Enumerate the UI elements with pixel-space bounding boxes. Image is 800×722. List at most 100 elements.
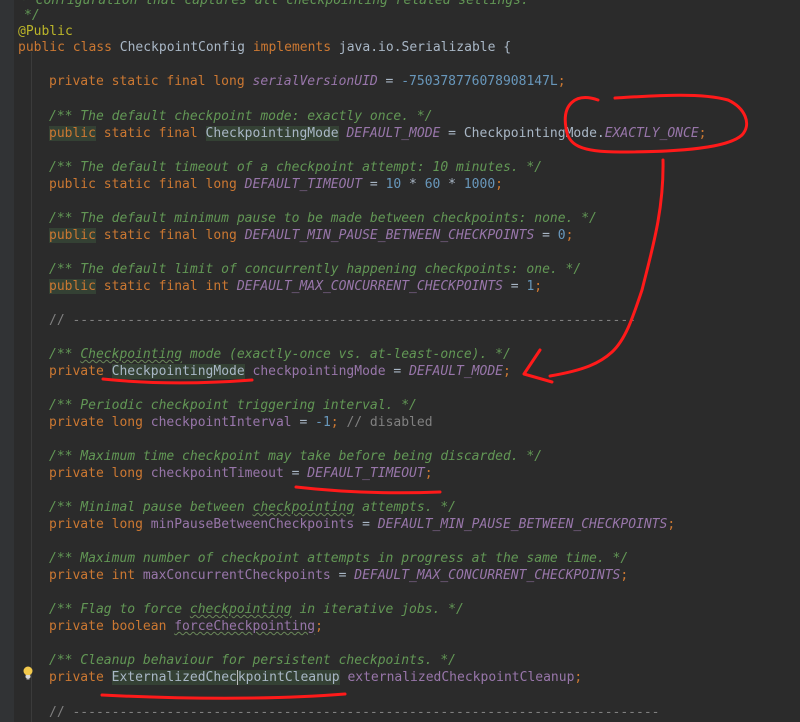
punct: ;	[330, 415, 347, 430]
constant: DEFAULT_MODE	[346, 126, 441, 141]
punct: ;	[502, 364, 511, 379]
number: -1	[315, 415, 331, 430]
comment-text: attempts. */	[354, 500, 456, 515]
punct: ;	[574, 670, 583, 685]
comment-text: /** Periodic checkpoint triggering inter…	[49, 398, 417, 413]
type-name: CheckpointingMode	[111, 364, 245, 379]
comment-text: /** Maximum number of checkpoint attempt…	[49, 551, 629, 566]
field-name: checkpointInterval	[150, 415, 292, 430]
comment-text: /** The default minimum pause to be made…	[49, 211, 597, 226]
punct: ;	[495, 177, 503, 192]
comment-text: mode (exactly-once vs. at-least-once). *…	[182, 347, 511, 362]
lightbulb-icon[interactable]	[22, 666, 34, 680]
punct: ;	[534, 279, 543, 294]
keyword: private int	[49, 568, 143, 583]
constant: DEFAULT_TIMEOUT	[244, 177, 363, 192]
field-name: forceCheckpointing	[174, 619, 316, 634]
keyword: static final int	[95, 279, 237, 294]
operator: =	[362, 177, 386, 192]
field-name: checkpointTimeout	[150, 466, 284, 481]
field-name: maxConcurrentCheckpoints	[142, 568, 331, 583]
type-name: ExternalizedChec	[111, 670, 237, 685]
code-line-default-min-pause: public static final long DEFAULT_MIN_PAU…	[49, 227, 573, 244]
code-line-annotation: @Public	[18, 23, 73, 40]
line-comment: // disabled	[346, 415, 433, 430]
separator-comment: // -------------------------------------…	[49, 705, 660, 720]
code-line-comment: /** Periodic checkpoint triggering inter…	[49, 397, 417, 414]
operator: =	[385, 364, 410, 379]
keyword: public	[49, 279, 96, 294]
number: 1000	[463, 177, 496, 192]
code-line-comment: /** Flag to force checkpointing in itera…	[49, 601, 464, 618]
comment-text: Checkpointing	[80, 347, 183, 362]
type-name: java.io.Serializable {	[338, 40, 512, 55]
punct: ;	[565, 228, 574, 243]
comment-text: /** The default checkpoint mode: exactly…	[49, 109, 433, 124]
comment-text: in iterative jobs. */	[291, 602, 464, 617]
operator: =	[354, 517, 378, 532]
comment-text: /** The default timeout of a checkpoint …	[49, 160, 543, 175]
punct: ;	[698, 126, 707, 141]
operator: *	[401, 177, 425, 192]
code-line-separator: // -------------------------------------…	[49, 312, 636, 329]
comment-text: * Configuration that captures all checkp…	[20, 0, 529, 8]
operator: =	[377, 74, 402, 89]
code-line-max-concurrent: private int maxConcurrentCheckpoints = D…	[49, 567, 628, 584]
constant: DEFAULT_MIN_PAUSE_BETWEEN_CHECKPOINTS	[377, 517, 668, 532]
operator: =	[291, 415, 316, 430]
punct: ;	[315, 619, 323, 634]
punct: ;	[557, 74, 566, 89]
code-line-comment: /** Cleanup behaviour for persistent che…	[49, 652, 456, 669]
type-name: CheckpointingMode	[205, 126, 339, 141]
keyword: public static final long	[49, 177, 245, 192]
code-line-checkpointing-mode: private CheckpointingMode checkpointingM…	[49, 363, 511, 380]
keyword: private	[49, 670, 112, 685]
number: 60	[424, 177, 441, 192]
comment-text: checkpointing	[189, 602, 292, 617]
keyword: implements	[252, 40, 339, 55]
code-line-comment: /** Checkpointing mode (exactly-once vs.…	[49, 346, 511, 363]
punct: ;	[620, 568, 629, 583]
constant: DEFAULT_MAX_CONCURRENT_CHECKPOINTS	[354, 568, 621, 583]
field-name: externalizedCheckpointCleanup	[347, 670, 575, 685]
comment-text: /**	[49, 347, 81, 362]
code-line-checkpoint-timeout: private long checkpointTimeout = DEFAULT…	[49, 465, 433, 482]
code-line-doc-end: */	[24, 7, 40, 24]
code-line-externalized-cleanup: private ExternalizedCheckpointCleanup ex…	[49, 669, 582, 686]
class-name: CheckpointConfig	[119, 40, 253, 55]
operator: =	[330, 568, 355, 583]
code-editor[interactable]: * Configuration that captures all checkp…	[0, 0, 800, 722]
comment-text: checkpointing	[252, 500, 355, 515]
code-line-separator: // -------------------------------------…	[49, 704, 659, 721]
constant: EXACTLY_ONCE	[604, 126, 699, 141]
code-line-comment: /** The default timeout of a checkpoint …	[49, 159, 542, 176]
code-line-default-timeout: public static final long DEFAULT_TIMEOUT…	[49, 176, 503, 193]
keyword: static final	[95, 126, 206, 141]
punct: ;	[667, 517, 676, 532]
separator-comment: // -------------------------------------…	[49, 313, 636, 328]
code-line-default-max-concurrent: public static final int DEFAULT_MAX_CONC…	[49, 278, 542, 295]
comment-text: /** Flag to force	[49, 602, 190, 617]
constant: DEFAULT_MAX_CONCURRENT_CHECKPOINTS	[236, 279, 503, 294]
code-line-default-mode: public static final CheckpointingMode DE…	[49, 125, 706, 142]
type-name: kpointCleanup	[237, 670, 340, 685]
constant: serialVersionUID	[252, 74, 378, 89]
keyword: private boolean	[49, 619, 175, 634]
keyword: public	[49, 228, 96, 243]
code-line-comment: /** The default checkpoint mode: exactly…	[49, 108, 433, 125]
comment-text: */	[24, 8, 40, 23]
keyword: private long	[49, 466, 151, 481]
number: 0	[557, 228, 566, 243]
code-line-serial: private static final long serialVersionU…	[49, 73, 566, 90]
annotation-text: @Public	[18, 24, 73, 39]
comment-text: /** Cleanup behaviour for persistent che…	[49, 653, 456, 668]
code-line-comment: /** Minimal pause between checkpointing …	[49, 499, 456, 516]
keyword: private long	[49, 415, 151, 430]
code-line-comment: /** Maximum number of checkpoint attempt…	[49, 550, 628, 567]
code-line-force-checkpointing: private boolean forceCheckpointing;	[49, 618, 323, 635]
code-line-comment: /** The default limit of concurrently ha…	[49, 261, 581, 278]
keyword: public class	[18, 40, 120, 55]
operator: =	[283, 466, 308, 481]
number: -750378776078908147L	[401, 74, 558, 89]
